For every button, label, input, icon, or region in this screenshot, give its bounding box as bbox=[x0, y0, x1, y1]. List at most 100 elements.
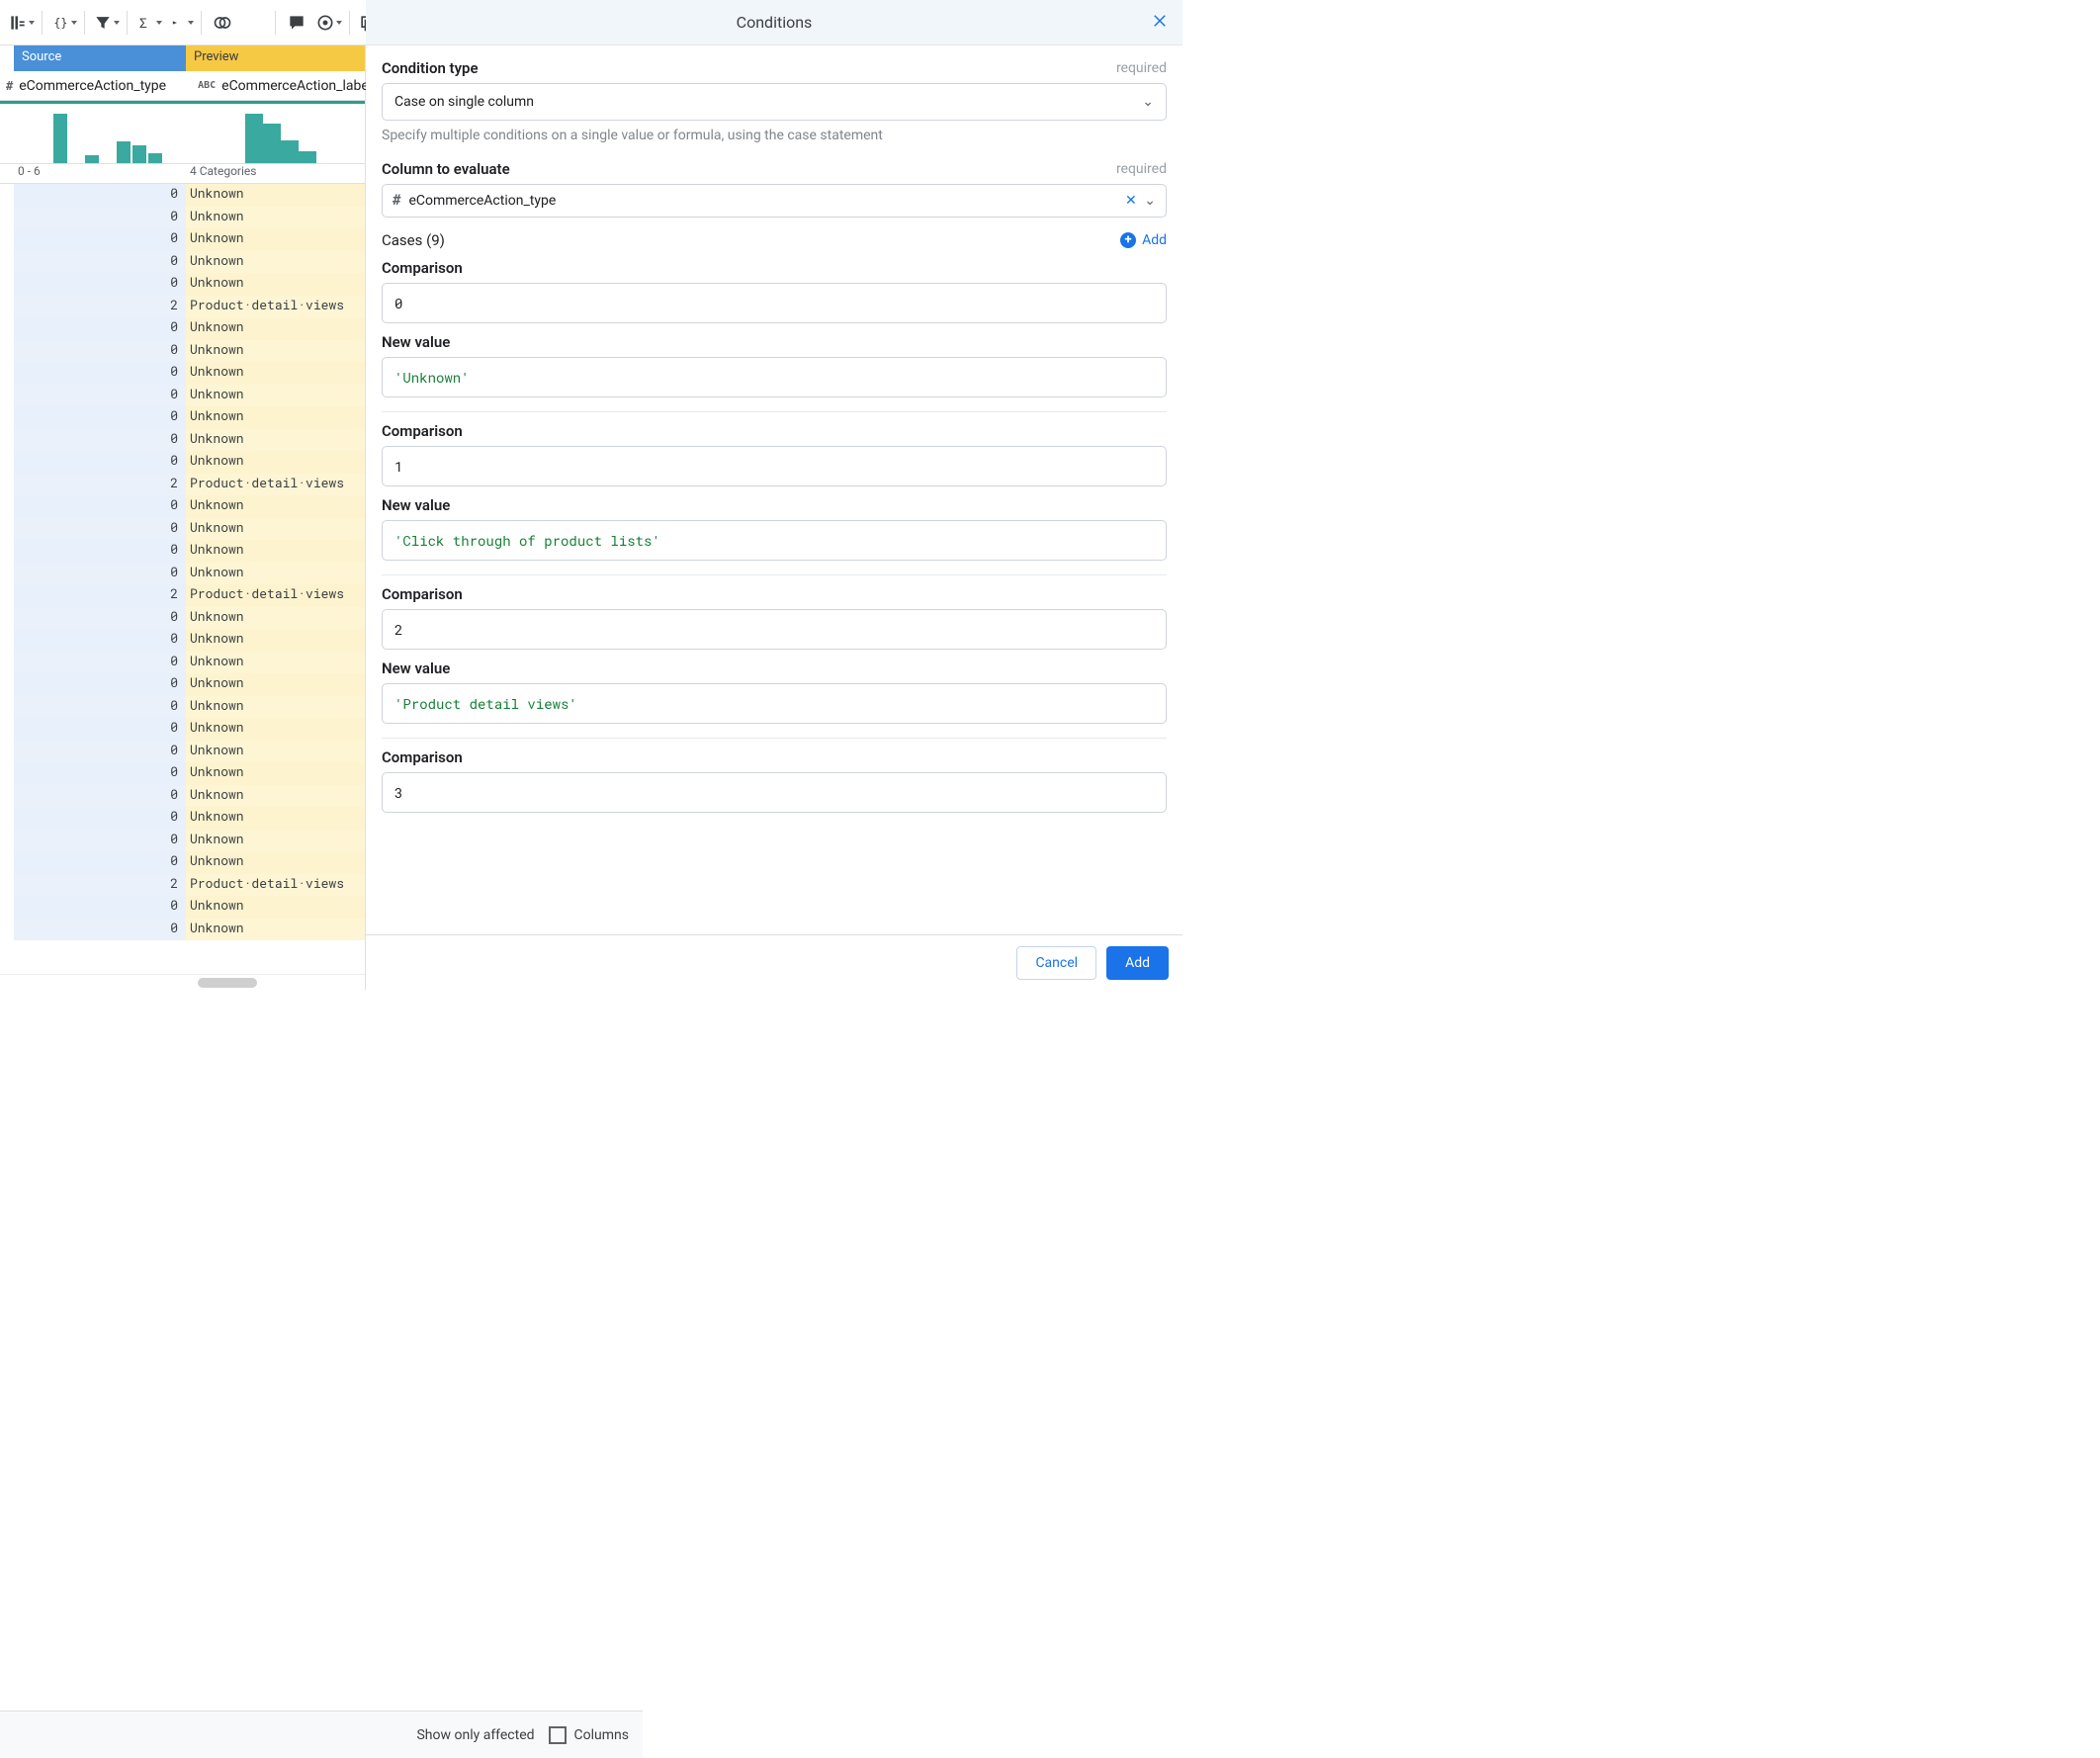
source-cell: 2 bbox=[14, 474, 186, 496]
table-row[interactable]: 0Unknown bbox=[0, 919, 365, 941]
cancel-button[interactable]: Cancel bbox=[1016, 946, 1096, 980]
histogram-bar bbox=[148, 153, 162, 163]
table-row[interactable]: 0Unknown bbox=[0, 741, 365, 763]
table-row[interactable]: 0Unknown bbox=[0, 251, 365, 274]
toolbar-filter-icon[interactable] bbox=[91, 8, 121, 38]
source-cell: 0 bbox=[14, 495, 186, 518]
comparison-input[interactable]: 0 bbox=[382, 283, 1167, 323]
table-row[interactable]: 0Unknown bbox=[0, 718, 365, 741]
table-row[interactable]: 0Unknown bbox=[0, 652, 365, 674]
add-case-button[interactable]: + Add bbox=[1120, 232, 1167, 248]
preview-cell: Product·detail·views bbox=[186, 584, 365, 607]
table-row[interactable]: 0Unknown bbox=[0, 518, 365, 541]
column-band: Source Preview bbox=[0, 45, 365, 71]
table-row[interactable]: 0Unknown bbox=[0, 406, 365, 429]
source-cell: 2 bbox=[14, 296, 186, 318]
toolbar-align-icon[interactable] bbox=[239, 8, 269, 38]
table-row[interactable]: 0Unknown bbox=[0, 207, 365, 229]
comparison-input[interactable]: 2 bbox=[382, 609, 1167, 650]
table-row[interactable]: 0Unknown bbox=[0, 785, 365, 808]
source-band: Source bbox=[14, 45, 186, 71]
source-cell: 0 bbox=[14, 451, 186, 474]
preview-histogram[interactable] bbox=[186, 101, 365, 163]
data-grid[interactable]: 0Unknown0Unknown0Unknown0Unknown0Unknown… bbox=[0, 184, 365, 974]
preview-cell: Unknown bbox=[186, 629, 365, 652]
table-row[interactable]: 0Unknown bbox=[0, 540, 365, 563]
preview-cell: Unknown bbox=[186, 762, 365, 785]
table-row[interactable]: 0Unknown bbox=[0, 184, 365, 207]
horizontal-scrollbar[interactable] bbox=[0, 974, 365, 990]
table-row[interactable]: 0Unknown bbox=[0, 696, 365, 719]
table-row[interactable]: 2Product·detail·views bbox=[0, 584, 365, 607]
comparison-input[interactable]: 3 bbox=[382, 772, 1167, 813]
histogram-bar bbox=[245, 114, 263, 163]
table-row[interactable]: 0Unknown bbox=[0, 851, 365, 874]
preview-cell: Unknown bbox=[186, 429, 365, 452]
table-row[interactable]: 0Unknown bbox=[0, 629, 365, 652]
condition-type-label: Condition type bbox=[382, 59, 479, 77]
table-row[interactable]: 0Unknown bbox=[0, 563, 365, 585]
table-row[interactable]: 2Product·detail·views bbox=[0, 296, 365, 318]
table-row[interactable]: 0Unknown bbox=[0, 385, 365, 407]
chevron-down-icon: ⌄ bbox=[1142, 94, 1154, 110]
table-row[interactable]: 2Product·detail·views bbox=[0, 874, 365, 897]
submit-button[interactable]: Add bbox=[1106, 946, 1169, 980]
add-case-label: Add bbox=[1142, 232, 1167, 248]
columns-checkbox[interactable] bbox=[549, 1726, 567, 1744]
toolbar-braces-icon[interactable]: {} bbox=[48, 8, 78, 38]
table-row[interactable]: 0Unknown bbox=[0, 451, 365, 474]
preview-cell: Unknown bbox=[186, 273, 365, 296]
comparison-input[interactable]: 1 bbox=[382, 446, 1167, 486]
toolbar-target-icon[interactable] bbox=[313, 8, 343, 38]
table-row[interactable]: 0Unknown bbox=[0, 228, 365, 251]
case-block: Comparison2New value'Product detail view… bbox=[382, 585, 1167, 739]
column-evaluate-select[interactable]: # eCommerceAction_type ✕ ⌄ bbox=[382, 184, 1167, 218]
panel-footer: Cancel Add bbox=[366, 934, 1182, 990]
source-cell: 0 bbox=[14, 540, 186, 563]
toolbar-column-ops-icon[interactable] bbox=[6, 8, 36, 38]
source-cell: 0 bbox=[14, 785, 186, 808]
toolbar-sigma-icon[interactable]: Σ bbox=[133, 8, 163, 38]
clear-icon[interactable]: ✕ bbox=[1125, 193, 1137, 209]
source-cell: 0 bbox=[14, 385, 186, 407]
histogram-bar bbox=[117, 141, 131, 163]
new-value-input[interactable]: 'Click through of product lists' bbox=[382, 520, 1167, 561]
condition-type-value: Case on single column bbox=[394, 94, 534, 110]
preview-cell: Unknown bbox=[186, 406, 365, 429]
table-row[interactable]: 0Unknown bbox=[0, 273, 365, 296]
panel-title: Conditions bbox=[737, 13, 813, 32]
table-row[interactable]: 0Unknown bbox=[0, 429, 365, 452]
source-cell: 0 bbox=[14, 807, 186, 830]
preview-cell: Unknown bbox=[186, 718, 365, 741]
new-value-label: New value bbox=[382, 659, 1167, 677]
table-row[interactable]: 0Unknown bbox=[0, 362, 365, 385]
new-value-input[interactable]: 'Unknown' bbox=[382, 357, 1167, 397]
column-evaluate-value: eCommerceAction_type bbox=[408, 193, 556, 209]
source-histogram[interactable] bbox=[14, 101, 186, 163]
condition-type-select[interactable]: Case on single column ⌄ bbox=[382, 83, 1167, 121]
number-type-icon: # bbox=[393, 193, 400, 209]
table-row[interactable]: 0Unknown bbox=[0, 607, 365, 630]
source-cell: 0 bbox=[14, 696, 186, 719]
source-cell: 0 bbox=[14, 406, 186, 429]
source-cell: 0 bbox=[14, 340, 186, 363]
source-cell: 0 bbox=[14, 919, 186, 941]
table-row[interactable]: 0Unknown bbox=[0, 807, 365, 830]
close-icon[interactable] bbox=[1151, 12, 1169, 34]
table-row[interactable]: 0Unknown bbox=[0, 673, 365, 696]
table-row[interactable]: 0Unknown bbox=[0, 340, 365, 363]
table-row[interactable]: 0Unknown bbox=[0, 317, 365, 340]
table-row[interactable]: 0Unknown bbox=[0, 896, 365, 919]
toolbar-comment-icon[interactable] bbox=[282, 8, 311, 38]
panel-header: Conditions bbox=[366, 0, 1182, 45]
source-column-header[interactable]: # eCommerceAction_type bbox=[0, 78, 192, 94]
source-cell: 0 bbox=[14, 830, 186, 852]
source-cell: 2 bbox=[14, 584, 186, 607]
new-value-input[interactable]: 'Product detail views' bbox=[382, 683, 1167, 724]
table-row[interactable]: 0Unknown bbox=[0, 762, 365, 785]
toolbar-merge-icon[interactable] bbox=[165, 8, 195, 38]
table-row[interactable]: 0Unknown bbox=[0, 830, 365, 852]
toolbar-join-icon[interactable] bbox=[208, 8, 237, 38]
table-row[interactable]: 0Unknown bbox=[0, 495, 365, 518]
table-row[interactable]: 2Product·detail·views bbox=[0, 474, 365, 496]
